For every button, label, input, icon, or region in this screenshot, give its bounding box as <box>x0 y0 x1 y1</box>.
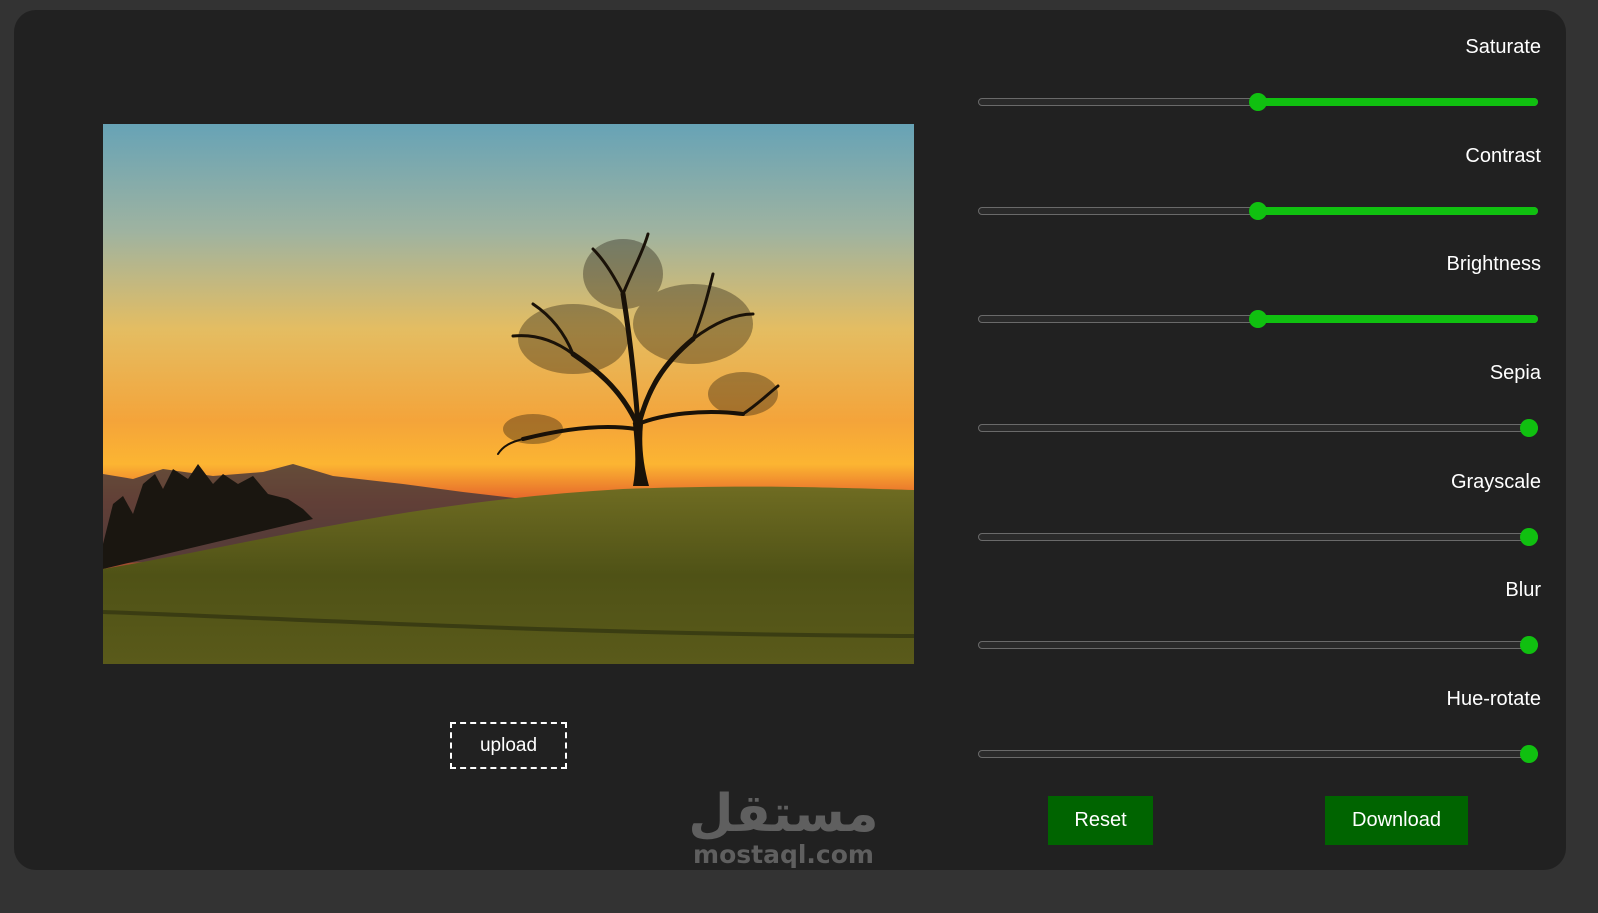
slider-thumb[interactable] <box>1249 310 1267 328</box>
grayscale-slider[interactable] <box>978 528 1538 546</box>
editor-panel: upload مستقل mostaql.com Saturate Contra… <box>14 10 1566 870</box>
download-button[interactable]: Download <box>1325 796 1468 845</box>
preview-image <box>103 124 914 664</box>
filter-hue-rotate: Hue-rotate <box>976 662 1542 763</box>
filter-label-brightness: Brightness <box>1446 253 1542 275</box>
filter-label-saturate: Saturate <box>1465 36 1541 58</box>
filter-label-hue-rotate: Hue-rotate <box>1446 688 1542 710</box>
sepia-slider[interactable] <box>978 419 1538 437</box>
slider-fill <box>1258 207 1538 215</box>
slider-thumb[interactable] <box>1249 202 1267 220</box>
reset-button[interactable]: Reset <box>1048 796 1153 845</box>
slider-thumb[interactable] <box>1520 636 1538 654</box>
slider-fill <box>1258 98 1538 106</box>
slider-track <box>978 641 1538 649</box>
slider-track <box>978 533 1538 541</box>
filter-label-blur: Blur <box>1505 579 1541 601</box>
slider-thumb[interactable] <box>1249 93 1267 111</box>
brightness-slider[interactable] <box>978 310 1538 328</box>
filter-sepia: Sepia <box>976 336 1542 437</box>
filter-grayscale: Grayscale <box>976 445 1542 546</box>
filter-label-grayscale: Grayscale <box>1450 471 1541 493</box>
filter-saturate: Saturate <box>976 10 1542 111</box>
filter-label-contrast: Contrast <box>1465 145 1541 167</box>
mostaql-watermark-logo: مستقل mostaql.com <box>686 785 881 880</box>
slider-track <box>978 750 1538 758</box>
watermark-arabic-text: مستقل <box>688 784 879 844</box>
filter-contrast: Contrast <box>976 119 1542 220</box>
filter-brightness: Brightness <box>976 227 1542 328</box>
contrast-slider[interactable] <box>978 202 1538 220</box>
slider-thumb[interactable] <box>1520 419 1538 437</box>
landscape-image <box>103 124 914 664</box>
slider-track <box>978 424 1538 432</box>
saturate-slider[interactable] <box>978 93 1538 111</box>
filter-label-sepia: Sepia <box>1489 362 1541 384</box>
watermark-latin-text: mostaql.com <box>693 840 874 869</box>
filter-blur: Blur <box>976 553 1542 654</box>
blur-slider[interactable] <box>978 636 1538 654</box>
slider-fill <box>1258 315 1538 323</box>
slider-thumb[interactable] <box>1520 745 1538 763</box>
hue-rotate-slider[interactable] <box>978 745 1538 763</box>
upload-button[interactable]: upload <box>450 722 567 769</box>
filter-controls: Saturate Contrast Brightness Sepia Grays… <box>976 10 1542 870</box>
slider-thumb[interactable] <box>1520 528 1538 546</box>
